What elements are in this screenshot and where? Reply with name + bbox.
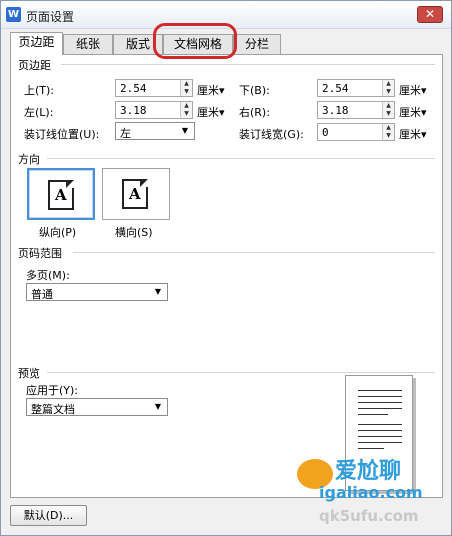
bottom-margin-spinner[interactable]: 2.54 ▲ ▼ xyxy=(317,79,395,97)
apply-to-label: 应用于(Y): xyxy=(26,384,79,397)
right-margin-unit[interactable]: 厘米▾ xyxy=(399,104,427,120)
chevron-down-icon: ▼ xyxy=(154,287,161,296)
apply-to-value: 整篇文档 xyxy=(31,403,75,416)
preview-section-title: 预览 xyxy=(18,367,40,380)
gutter-width-unit[interactable]: 厘米▾ xyxy=(399,126,427,142)
divider xyxy=(61,64,435,65)
top-margin-value: 2.54 xyxy=(120,82,147,95)
left-margin-spinner[interactable]: 3.18 ▲ ▼ xyxy=(115,101,193,119)
watermark-url: igaliao.com xyxy=(319,483,423,502)
spinner-arrows-icon[interactable]: ▲ ▼ xyxy=(382,124,394,140)
portrait-page-icon: A xyxy=(48,180,74,210)
bottom-margin-value: 2.54 xyxy=(322,82,349,95)
orientation-section-title: 方向 xyxy=(18,153,40,166)
gutter-position-label: 装订线位置(U): xyxy=(24,128,100,141)
chevron-down-icon: ▼ xyxy=(154,402,161,411)
pages-section-title: 页码范围 xyxy=(18,247,62,260)
divider xyxy=(73,252,435,253)
landscape-option[interactable]: A xyxy=(102,168,170,220)
highlight-circle xyxy=(153,23,237,59)
gutter-position-value: 左 xyxy=(120,127,131,140)
default-button[interactable]: 默认(D)... xyxy=(10,505,87,526)
tab-paper[interactable]: 纸张 xyxy=(63,34,113,54)
gutter-width-value: 0 xyxy=(322,126,329,139)
watermark-brand: 爱尬聊 xyxy=(335,459,402,484)
multiple-pages-value: 普通 xyxy=(31,288,53,301)
spinner-arrows-icon[interactable]: ▲ ▼ xyxy=(180,80,192,96)
spinner-arrows-icon[interactable]: ▲ ▼ xyxy=(180,102,192,118)
right-margin-value: 3.18 xyxy=(322,104,349,117)
gutter-width-spinner[interactable]: 0 ▲ ▼ xyxy=(317,123,395,141)
top-margin-unit[interactable]: 厘米▾ xyxy=(197,82,225,98)
chevron-down-icon: ▼ xyxy=(181,126,188,135)
landscape-label: 横向(S) xyxy=(115,226,153,239)
right-margin-label: 右(R): xyxy=(239,106,270,119)
left-margin-value: 3.18 xyxy=(120,104,147,117)
gutter-width-label: 装订线宽(G): xyxy=(239,128,304,141)
bottom-margin-label: 下(B): xyxy=(239,84,270,97)
multiple-pages-select[interactable]: 普通 ▼ xyxy=(26,283,168,301)
landscape-page-icon: A xyxy=(122,179,148,209)
left-margin-label: 左(L): xyxy=(24,106,54,119)
wps-writer-icon: W xyxy=(6,7,21,22)
tab-margins[interactable]: 页边距 xyxy=(10,32,63,55)
apply-to-select[interactable]: 整篇文档 ▼ xyxy=(26,398,168,416)
top-margin-spinner[interactable]: 2.54 ▲ ▼ xyxy=(115,79,193,97)
portrait-option[interactable]: A xyxy=(27,168,95,220)
bottom-margin-unit[interactable]: 厘米▾ xyxy=(399,82,427,98)
margins-section-title: 页边距 xyxy=(18,59,51,72)
top-margin-label: 上(T): xyxy=(24,84,55,97)
divider xyxy=(47,158,435,159)
right-margin-spinner[interactable]: 3.18 ▲ ▼ xyxy=(317,101,395,119)
spinner-arrows-icon[interactable]: ▲ ▼ xyxy=(382,80,394,96)
portrait-label: 纵向(P) xyxy=(39,226,77,239)
page-setup-dialog: W 页面设置 ✕ 页边距 纸张 版式 文档网格 分栏 页边距 上(T): 2.5… xyxy=(0,0,452,536)
window-title: 页面设置 xyxy=(26,10,75,24)
multiple-pages-label: 多页(M): xyxy=(26,269,70,282)
tab-columns[interactable]: 分栏 xyxy=(233,34,281,54)
close-button[interactable]: ✕ xyxy=(417,6,443,23)
gutter-position-select[interactable]: 左 ▼ xyxy=(115,122,195,140)
watermark-extra: qk5ufu.com xyxy=(319,507,419,525)
divider xyxy=(47,372,435,373)
left-margin-unit[interactable]: 厘米▾ xyxy=(197,104,225,120)
spinner-arrows-icon[interactable]: ▲ ▼ xyxy=(382,102,394,118)
